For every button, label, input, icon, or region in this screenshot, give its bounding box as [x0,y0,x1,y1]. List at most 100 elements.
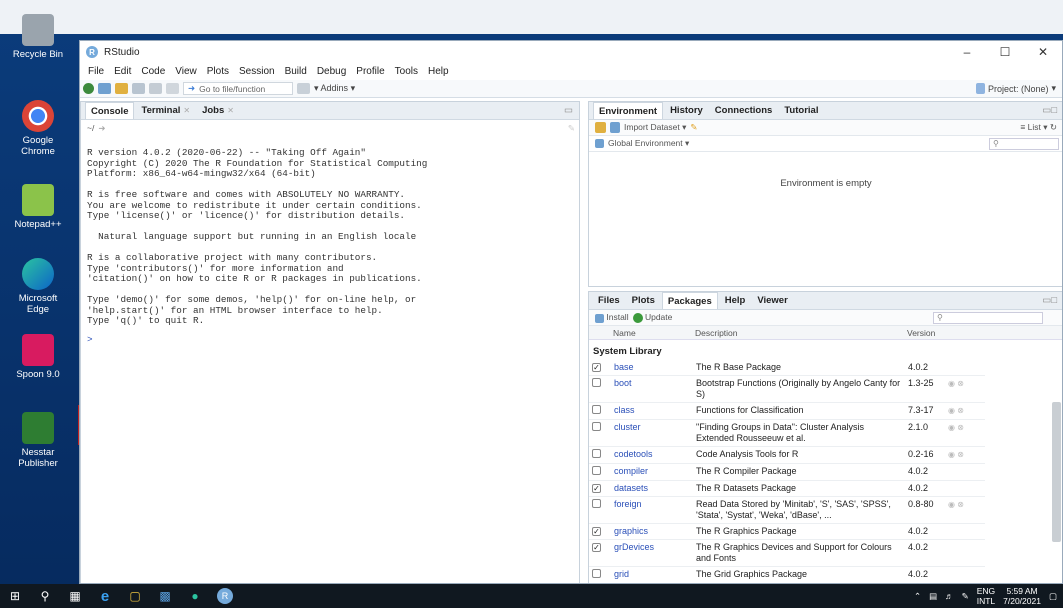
col-name[interactable]: Name [613,328,695,338]
print-icon[interactable] [166,83,179,94]
package-row[interactable]: foreign Read Data Stored by 'Minitab', 'S… [589,496,985,524]
package-name[interactable]: cluster [611,419,693,447]
search-icon[interactable]: ⚲ [30,584,60,608]
menu-code[interactable]: Code [136,66,170,77]
menu-help[interactable]: Help [423,66,454,77]
title-bar[interactable]: R RStudio – ☐ ✕ [80,41,1062,63]
package-name[interactable]: grDevices [611,539,693,567]
package-checkbox[interactable]: ✓ [592,484,601,493]
package-checkbox[interactable]: ✓ [592,363,601,372]
menu-plots[interactable]: Plots [202,66,234,77]
tab-jobs[interactable]: Jobs ✕ [197,102,239,119]
package-row[interactable]: ✓ graphics The R Graphics Package 4.0.2 [589,523,985,540]
package-name[interactable]: base [611,360,693,376]
menu-profile[interactable]: Profile [351,66,389,77]
web-icon[interactable]: ◉ [948,423,955,432]
pen-icon[interactable]: ✎ [962,591,969,602]
package-checkbox[interactable] [592,405,601,414]
menu-build[interactable]: Build [280,66,312,77]
menu-debug[interactable]: Debug [312,66,351,77]
goto-dir-icon[interactable]: ➜ [98,123,105,134]
package-name[interactable]: boot [611,375,693,403]
import-dataset-button[interactable]: Import Dataset ▾ [624,122,686,133]
remove-package-icon[interactable]: ⊗ [957,379,964,388]
package-checkbox[interactable]: ✓ [592,543,601,552]
menu-file[interactable]: File [83,66,109,77]
col-description[interactable]: Description [695,328,907,338]
package-row[interactable]: compiler The R Compiler Package 4.0.2 [589,463,985,481]
package-checkbox[interactable] [592,378,601,387]
package-name[interactable]: class [611,402,693,420]
web-icon[interactable]: ◉ [948,500,955,509]
network-icon[interactable]: ▤ [929,591,937,602]
package-row[interactable]: ✓ base The R Base Package 4.0.2 [589,360,985,376]
desktop-icon-notepadpp[interactable]: Notepad++ [2,184,74,230]
new-project-icon[interactable] [98,83,111,94]
edge-taskbar-icon[interactable]: ● [180,584,210,608]
menu-tools[interactable]: Tools [390,66,423,77]
package-name[interactable]: datasets [611,480,693,497]
tab-terminal[interactable]: Terminal ✕ [136,102,195,119]
package-name[interactable]: graphics [611,523,693,540]
open-file-icon[interactable] [115,83,128,94]
web-icon[interactable]: ◉ [948,450,955,459]
volume-icon[interactable]: ♬ [945,591,954,601]
remove-package-icon[interactable]: ⊗ [957,450,964,459]
tab-tutorial[interactable]: Tutorial [779,102,823,119]
package-row[interactable]: codetools Code Analysis Tools for R 0.2-16… [589,446,985,464]
addins-menu[interactable]: ▾ Addins ▾ [314,83,355,94]
package-checkbox[interactable] [592,422,601,431]
broom-icon[interactable]: ✎ [690,122,697,133]
env-search-input[interactable]: ⚲ [989,137,1059,150]
minimize-pane-icon[interactable]: ▭□ [1042,105,1057,116]
vertical-scrollbar[interactable] [1052,402,1061,542]
minimize-pane-icon[interactable]: ▭□ [1042,295,1057,306]
package-row[interactable]: ✓ grDevices The R Graphics Devices and Sup… [589,539,985,567]
remove-package-icon[interactable]: ⊗ [957,423,964,432]
rstudio-taskbar-icon[interactable]: R [210,584,240,608]
tab-plots[interactable]: Plots [627,292,660,309]
remove-package-icon[interactable]: ⊗ [957,500,964,509]
tab-history[interactable]: History [665,102,708,119]
maximize-pane-icon[interactable]: ▭ [564,105,573,116]
clear-console-icon[interactable]: ✎ [568,123,575,134]
load-workspace-icon[interactable] [595,122,606,133]
language-indicator[interactable]: ENG INTL [977,586,995,606]
package-row[interactable]: boot Bootstrap Functions (Originally by A… [589,375,985,403]
project-menu[interactable]: Project: (None) ▾ [975,83,1056,94]
console-input[interactable]: > [81,331,579,350]
package-checkbox[interactable]: ✓ [592,527,601,536]
desktop-icon-nesstar[interactable]: Nesstar Publisher [2,412,74,469]
menu-session[interactable]: Session [234,66,280,77]
package-row[interactable]: grid The Grid Graphics Package 4.0.2 [589,566,985,583]
tab-viewer[interactable]: Viewer [752,292,792,309]
menu-edit[interactable]: Edit [109,66,136,77]
desktop-icon-recycle-bin[interactable]: Recycle Bin [2,14,74,60]
rstudio-window[interactable]: R RStudio – ☐ ✕ File Edit Code View Plot… [79,40,1063,584]
close-icon[interactable]: ✕ [183,106,190,115]
package-checkbox[interactable] [592,449,601,458]
clock[interactable]: 5:59 AM 7/20/2021 [1003,586,1041,606]
package-row[interactable]: ✓ datasets The R Datasets Package 4.0.2 [589,480,985,497]
minimize-icon[interactable]: – [948,41,986,63]
tab-files[interactable]: Files [593,292,625,309]
new-file-icon[interactable] [83,83,94,94]
web-icon[interactable]: ◉ [948,406,955,415]
package-checkbox[interactable] [592,569,601,578]
tab-packages[interactable]: Packages [661,292,718,309]
package-checkbox[interactable] [592,466,601,475]
list-view-button[interactable]: ≡ List ▾ ↻ [1020,122,1057,133]
package-name[interactable]: grid [611,566,693,583]
remove-package-icon[interactable]: ⊗ [957,406,964,415]
web-icon[interactable]: ◉ [948,379,955,388]
tab-environment[interactable]: Environment [593,102,664,119]
install-button[interactable]: Install [595,312,629,323]
package-row[interactable]: class Functions for Classification 7.3-17 ◉… [589,402,985,420]
package-name[interactable]: foreign [611,496,693,524]
update-button[interactable]: Update [632,312,672,323]
package-row[interactable]: cluster "Finding Groups in Data": Cluster… [589,419,985,447]
close-icon[interactable]: ✕ [227,106,234,115]
notifications-icon[interactable]: ▢ [1049,591,1057,602]
goto-file-input[interactable]: ➜ Go to file/function [183,82,293,95]
save-workspace-icon[interactable] [610,122,620,133]
